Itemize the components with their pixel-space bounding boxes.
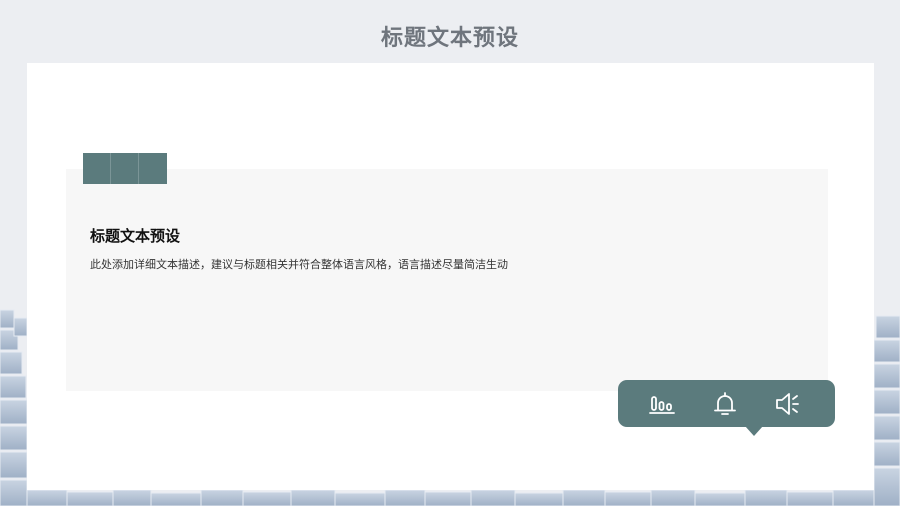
toolbar-pointer bbox=[745, 426, 763, 436]
accent-block bbox=[83, 153, 111, 184]
icon-toolbar bbox=[618, 380, 835, 427]
page-title: 标题文本预设 bbox=[380, 26, 519, 51]
sound-button[interactable] bbox=[771, 388, 803, 420]
notification-button[interactable] bbox=[709, 388, 741, 420]
content-description: 此处添加详细文本描述，建议与标题相关并符合整体语言风格，语言描述尽量简洁生动 bbox=[90, 258, 508, 271]
accent-blocks bbox=[83, 153, 167, 184]
speaker-icon bbox=[776, 393, 799, 415]
text-panel bbox=[66, 169, 828, 391]
bar-chart-icon bbox=[649, 396, 675, 414]
accent-block bbox=[139, 153, 167, 184]
accent-block bbox=[111, 153, 139, 184]
bell-icon bbox=[714, 392, 736, 415]
chart-button[interactable] bbox=[646, 388, 678, 420]
content-heading: 标题文本预设 bbox=[90, 227, 181, 245]
